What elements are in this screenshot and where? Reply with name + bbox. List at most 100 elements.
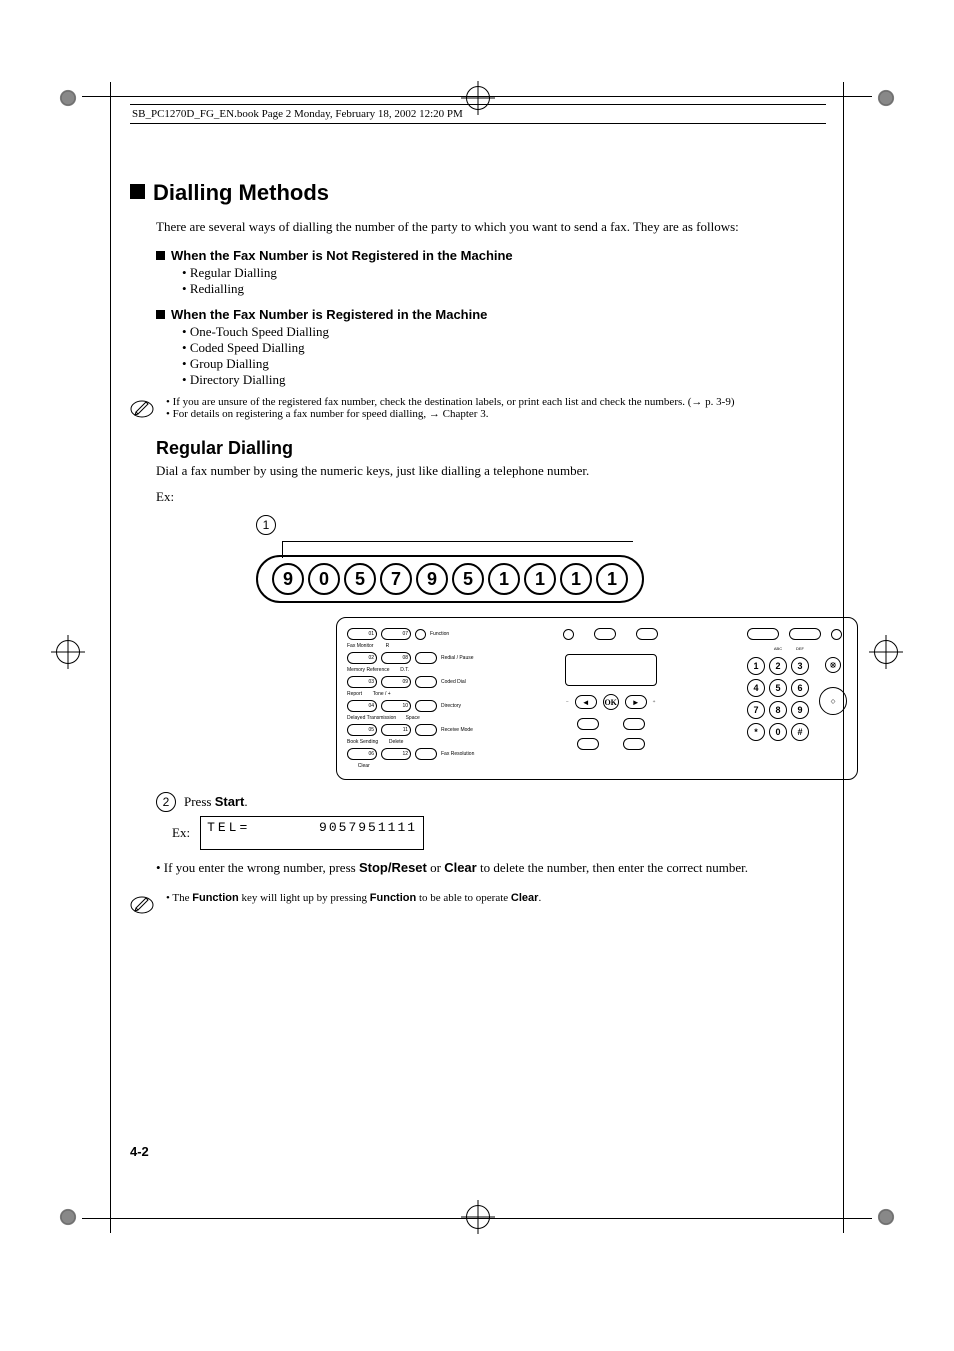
text: to delete the number, then enter the cor… [477,860,748,875]
intro-text: There are several ways of dialling the n… [156,219,826,235]
panel-slot: 05 [347,724,377,736]
list-item: Regular Dialling [182,265,826,281]
sub-heading-text: When the Fax Number is Not Registered in… [171,248,513,263]
sub-heading-text: When the Fax Number is Registered in the… [171,307,487,322]
indicator-icon [563,629,574,640]
panel-label: Fax Resolution [441,751,474,757]
panel-oval-button [747,628,779,640]
dial-key: 5 [344,563,376,595]
list-item: Group Dialling [182,356,826,372]
panel-label: Coded Dial [441,679,466,685]
panel-label: Fax Monitor [347,643,373,649]
text: to be able to operate [416,892,511,904]
list-item: One-Touch Speed Dialling [182,324,826,340]
keypad-key: 4 [747,679,765,697]
callout-line [282,541,633,558]
bold-stop-reset: Stop/Reset [359,860,427,875]
note-block: The Function key will light up by pressi… [130,892,826,916]
dial-key: 9 [416,563,448,595]
list-item: Redialling [182,281,826,297]
keypad-key: # [791,723,809,741]
dial-key: 1 [560,563,592,595]
panel-oval-button [577,718,599,730]
panel-label: Clear [358,763,370,769]
crop-rule [110,82,111,1233]
step-bold: Start [215,794,245,809]
crop-mark [54,1203,82,1231]
panel-slot: 09 [381,676,411,688]
keypad-key: * [747,723,765,741]
control-panel-figure: 0107Function Fax Monitor R 0208Redial / … [336,617,858,780]
note-item: The Function key will light up by pressi… [166,892,541,904]
panel-label: R [386,643,390,649]
step-text: . [244,794,247,809]
dial-key: 1 [488,563,520,595]
text: . [538,892,541,904]
note-item: If you are unsure of the registered fax … [166,396,735,408]
bullet-square-icon [156,251,165,260]
indicator-icon [831,629,842,640]
panel-oval-button [594,628,616,640]
start-button: ◇ [819,687,847,715]
keypad-key: 6 [791,679,809,697]
keypad-key: 0 [769,723,787,741]
panel-slot: 12 [381,748,411,760]
pencil-note-icon [130,892,154,916]
panel-oval-button [623,718,645,730]
step-number-2: 2 [156,792,176,812]
panel-oval-button [415,676,437,688]
panel-oval-button [415,652,437,664]
panel-left: 0107Function Fax Monitor R 0208Redial / … [347,628,474,769]
bullet-square-icon [156,310,165,319]
text: or [427,860,444,875]
panel-label: Delete [389,739,403,745]
list-item: Directory Dialling [182,372,826,388]
page-header: SB_PC1270D_FG_EN.book Page 2 Monday, Feb… [130,104,826,124]
step-number-1: 1 [256,515,276,535]
crop-rule [82,1218,872,1219]
keypad-label: ABC [769,646,787,651]
note-block: If you are unsure of the registered fax … [130,396,826,420]
bold-function: Function [192,892,238,904]
crop-mark [872,84,900,112]
panel-label: Tone / + [373,691,391,697]
stop-reset-button: ⦻ [825,657,841,673]
page-number: 4-2 [130,1144,149,1159]
panel-oval-button [789,628,821,640]
panel-round-button [415,629,426,640]
text: key will light up by pressing [239,892,370,904]
panel-label: Function [430,631,449,637]
panel-label: Space [406,715,420,721]
dial-key: 1 [524,563,556,595]
right-arrow-button: ► [625,695,647,709]
dial-key: 7 [380,563,412,595]
sub-heading-not-registered: When the Fax Number is Not Registered in… [156,248,826,263]
panel-slot: 06 [347,748,377,760]
example-label: Ex: [156,489,826,505]
panel-label: Delayed Transmission [347,715,396,721]
panel-slot: 03 [347,676,377,688]
panel-middle: − ◄ OK ► + [492,628,729,769]
crop-mark [54,84,82,112]
panel-slot: 08 [381,652,411,664]
pencil-note-icon [130,396,154,420]
plus-label: + [653,700,656,705]
lcd-screen-icon [565,654,657,686]
panel-slot: 02 [347,652,377,664]
keypad-key: 8 [769,701,787,719]
panel-label: Report [347,691,362,697]
bullet-square-icon [130,184,145,199]
text: The [172,892,192,904]
dial-key: 5 [452,563,484,595]
regular-desc: Dial a fax number by using the numeric k… [156,463,826,479]
keypad-key: 9 [791,701,809,719]
wrong-number-note: • If you enter the wrong number, press S… [156,860,826,876]
keypad-key: 1 [747,657,765,675]
example-label: Ex: [172,825,190,841]
regular-dialling-heading: Regular Dialling [156,438,826,459]
keypad-label: DEF [791,646,809,651]
crop-target-icon [56,640,80,664]
panel-slot: 01 [347,628,377,640]
panel-slot: 07 [381,628,411,640]
list-not-registered: Regular Dialling Redialling [182,265,826,297]
